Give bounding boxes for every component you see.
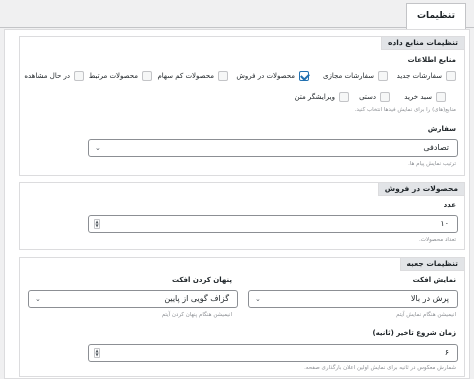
count-label: عدد [443, 201, 456, 209]
sources-label: منابع اطلاعات [407, 56, 456, 64]
checkbox-cart[interactable]: سبد خرید [404, 91, 446, 103]
products-on-sale-section: محصولات در فروش عدد ۱۰ ▲ ▼ تعداد محصولات. [19, 182, 465, 250]
chevron-down-icon: ⌄ [95, 144, 101, 152]
order-select[interactable]: تصادفی ⌄ [88, 139, 458, 157]
tab-bar: تنظیمات [0, 0, 474, 29]
checkbox-low-stock[interactable]: محصولات کم سهام [157, 70, 228, 82]
show-effect-label: نمایش افکت [412, 276, 456, 284]
count-hint: تعداد محصولات. [419, 237, 456, 243]
tab-settings[interactable]: تنظیمات [406, 3, 466, 29]
checkbox-icon[interactable] [142, 71, 152, 81]
checkbox-icon[interactable] [436, 92, 446, 102]
settings-panel: تنظیمات منابع داده منابع اطلاعات سفارشات… [4, 29, 470, 379]
show-effect-hint: انیمیشن هنگام نمایش آیتم [396, 312, 456, 318]
checkbox-text-editor[interactable]: ویرایشگر متن [295, 91, 349, 103]
section-title: تنظیمات جعبه [399, 257, 465, 271]
checkbox-products-on-sale[interactable]: محصولات در فروش [236, 70, 309, 82]
start-delay-input[interactable]: ۶ ▲ ▼ [88, 344, 458, 362]
checkbox-icon[interactable] [380, 92, 390, 102]
count-input[interactable]: ۱۰ ▲ ▼ [88, 215, 458, 233]
start-delay-label: زمان شروع تاخیر (ثانیه) [372, 329, 456, 337]
chevron-down-icon: ⌄ [35, 295, 41, 303]
checkbox-checked-icon[interactable] [299, 71, 309, 81]
hide-effect-hint: انیمیشن هنگام پنهان کردن آیتم [161, 312, 232, 318]
section-title: تنظیمات منابع داده [380, 36, 465, 50]
data-source-section: تنظیمات منابع داده منابع اطلاعات سفارشات… [19, 36, 465, 176]
chevron-down-icon: ⌄ [255, 295, 261, 303]
sources-hint: منابع(های) را برای نمایش فیدها انتخاب کن… [354, 107, 456, 113]
checkbox-icon[interactable] [378, 71, 388, 81]
checkbox-new-orders[interactable]: سفارشات جدید [397, 70, 456, 82]
checkbox-manual[interactable]: دستی [359, 91, 390, 103]
checkbox-currently-viewing[interactable]: در حال مشاهده [24, 70, 84, 82]
popup-settings-section: تنظیمات جعبه نمایش افکت پنهان کردن افکت … [19, 257, 465, 377]
checkbox-related-products[interactable]: محصولات مرتبط [89, 70, 152, 82]
checkbox-icon[interactable] [74, 71, 84, 81]
number-spinner-icon[interactable]: ▲ ▼ [94, 348, 100, 358]
show-effect-select[interactable]: پرش در بالا ⌄ [248, 290, 458, 308]
number-spinner-icon[interactable]: ▲ ▼ [94, 219, 100, 229]
hide-effect-select[interactable]: گزاف گویی از پایین ⌄ [28, 290, 238, 308]
checkbox-virtual-orders[interactable]: سفارشات مجازی [323, 70, 388, 82]
order-hint: ترتیب نمایش پیام ها. [408, 161, 456, 167]
order-label: سفارش [427, 125, 456, 133]
section-title: محصولات در فروش [377, 182, 465, 196]
hide-effect-label: پنهان کردن افکت [171, 276, 232, 284]
start-delay-hint: شمارش معکوس در ثانیه برای نمایش اولین اع… [304, 365, 456, 371]
checkbox-icon[interactable] [218, 71, 228, 81]
checkbox-icon[interactable] [339, 92, 349, 102]
checkbox-icon[interactable] [446, 71, 456, 81]
